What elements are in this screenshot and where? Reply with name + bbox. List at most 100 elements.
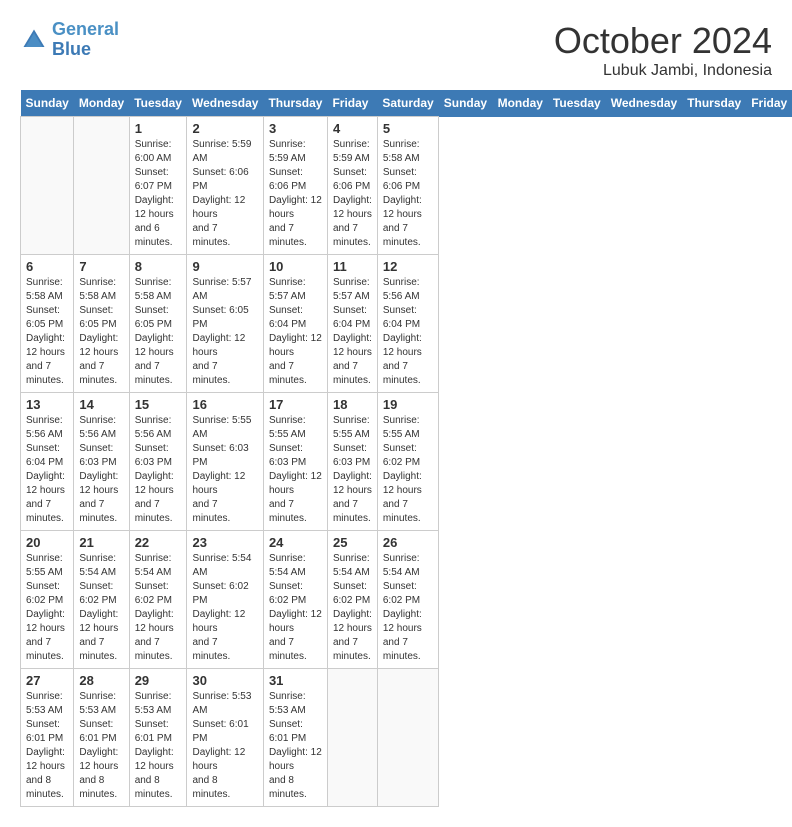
day-info: Sunrise: 5:54 AM Sunset: 6:02 PM Dayligh… bbox=[269, 552, 322, 664]
day-info: Sunrise: 5:58 AM Sunset: 6:05 PM Dayligh… bbox=[79, 276, 123, 388]
day-info: Sunrise: 5:59 AM Sunset: 6:06 PM Dayligh… bbox=[269, 138, 322, 250]
day-info: Sunrise: 5:54 AM Sunset: 6:02 PM Dayligh… bbox=[383, 552, 433, 664]
calendar-cell: 30Sunrise: 5:53 AM Sunset: 6:01 PM Dayli… bbox=[187, 669, 263, 807]
day-info: Sunrise: 6:00 AM Sunset: 6:07 PM Dayligh… bbox=[135, 138, 182, 250]
calendar-cell: 4 Sunrise: 5:59 AM Sunset: 6:06 PM Daylig… bbox=[327, 117, 377, 255]
day-info: Sunrise: 5:56 AM Sunset: 6:04 PM Dayligh… bbox=[26, 414, 68, 526]
calendar-cell: 13 Sunrise: 5:56 AM Sunset: 6:04 PM Dayli… bbox=[21, 393, 74, 531]
calendar-cell: 29 Sunrise: 5:53 AM Sunset: 6:01 PM Dayli… bbox=[129, 669, 187, 807]
calendar-cell: 11 Sunrise: 5:57 AM Sunset: 6:04 PM Dayli… bbox=[327, 255, 377, 393]
day-number: 20 bbox=[26, 535, 68, 550]
day-info: Sunrise: 5:56 AM Sunset: 6:04 PM Dayligh… bbox=[383, 276, 433, 388]
day-number: 27 bbox=[26, 673, 68, 688]
header-monday: Monday bbox=[493, 90, 548, 117]
calendar-cell: 5Sunrise: 5:58 AM Sunset: 6:06 PM Daylig… bbox=[377, 117, 438, 255]
title-block: October 2024 Lubuk Jambi, Indonesia bbox=[554, 20, 772, 80]
calendar-cell: 25Sunrise: 5:54 AM Sunset: 6:02 PM Dayli… bbox=[327, 531, 377, 669]
day-number: 21 bbox=[79, 535, 123, 550]
calendar-cell: 26 Sunrise: 5:54 AM Sunset: 6:02 PM Dayli… bbox=[377, 531, 438, 669]
calendar-cell: 6Sunrise: 5:58 AM Sunset: 6:05 PM Daylig… bbox=[21, 255, 74, 393]
header-sunday: Sunday bbox=[439, 90, 493, 117]
calendar-week-3: 20 Sunrise: 5:55 AM Sunset: 6:02 PM Dayli… bbox=[21, 531, 792, 669]
day-number: 2 bbox=[192, 121, 257, 136]
day-number: 11 bbox=[333, 259, 372, 274]
header-wednesday: Wednesday bbox=[187, 90, 263, 117]
day-number: 7 bbox=[79, 259, 123, 274]
day-info: Sunrise: 5:53 AM Sunset: 6:01 PM Dayligh… bbox=[79, 690, 123, 802]
calendar-week-0: 1Sunrise: 6:00 AM Sunset: 6:07 PM Daylig… bbox=[21, 117, 792, 255]
day-info: Sunrise: 5:55 AM Sunset: 6:03 PM Dayligh… bbox=[192, 414, 257, 526]
calendar-cell: 22Sunrise: 5:54 AM Sunset: 6:02 PM Dayli… bbox=[129, 531, 187, 669]
day-info: Sunrise: 5:59 AM Sunset: 6:06 PM Dayligh… bbox=[333, 138, 372, 250]
day-number: 10 bbox=[269, 259, 322, 274]
day-number: 31 bbox=[269, 673, 322, 688]
day-info: Sunrise: 5:58 AM Sunset: 6:05 PM Dayligh… bbox=[135, 276, 182, 388]
day-number: 8 bbox=[135, 259, 182, 274]
day-info: Sunrise: 5:59 AM Sunset: 6:06 PM Dayligh… bbox=[192, 138, 257, 250]
day-number: 29 bbox=[135, 673, 182, 688]
day-number: 15 bbox=[135, 397, 182, 412]
calendar-table: SundayMondayTuesdayWednesdayThursdayFrid… bbox=[20, 90, 792, 807]
calendar-cell bbox=[327, 669, 377, 807]
logo-icon bbox=[20, 26, 48, 54]
calendar-cell bbox=[21, 117, 74, 255]
location-subtitle: Lubuk Jambi, Indonesia bbox=[554, 62, 772, 80]
header-thursday: Thursday bbox=[263, 90, 327, 117]
calendar-cell: 12 Sunrise: 5:56 AM Sunset: 6:04 PM Dayli… bbox=[377, 255, 438, 393]
header-tuesday: Tuesday bbox=[548, 90, 606, 117]
day-info: Sunrise: 5:55 AM Sunset: 6:02 PM Dayligh… bbox=[26, 552, 68, 664]
day-number: 26 bbox=[383, 535, 433, 550]
calendar-cell: 20 Sunrise: 5:55 AM Sunset: 6:02 PM Dayli… bbox=[21, 531, 74, 669]
day-number: 3 bbox=[269, 121, 322, 136]
header-friday: Friday bbox=[746, 90, 792, 117]
day-number: 12 bbox=[383, 259, 433, 274]
calendar-cell: 10 Sunrise: 5:57 AM Sunset: 6:04 PM Dayli… bbox=[263, 255, 327, 393]
day-number: 17 bbox=[269, 397, 322, 412]
calendar-week-2: 13 Sunrise: 5:56 AM Sunset: 6:04 PM Dayli… bbox=[21, 393, 792, 531]
day-number: 5 bbox=[383, 121, 433, 136]
day-info: Sunrise: 5:54 AM Sunset: 6:02 PM Dayligh… bbox=[192, 552, 257, 664]
calendar-cell: 18 Sunrise: 5:55 AM Sunset: 6:03 PM Dayli… bbox=[327, 393, 377, 531]
calendar-cell bbox=[74, 117, 129, 255]
header-tuesday: Tuesday bbox=[129, 90, 187, 117]
day-number: 24 bbox=[269, 535, 322, 550]
calendar-cell: 27 Sunrise: 5:53 AM Sunset: 6:01 PM Dayli… bbox=[21, 669, 74, 807]
page-header: General Blue October 2024 Lubuk Jambi, I… bbox=[20, 20, 772, 80]
day-info: Sunrise: 5:55 AM Sunset: 6:03 PM Dayligh… bbox=[269, 414, 322, 526]
day-info: Sunrise: 5:55 AM Sunset: 6:03 PM Dayligh… bbox=[333, 414, 372, 526]
day-number: 4 bbox=[333, 121, 372, 136]
day-number: 9 bbox=[192, 259, 257, 274]
header-wednesday: Wednesday bbox=[606, 90, 682, 117]
calendar-cell: 9 Sunrise: 5:57 AM Sunset: 6:05 PM Daylig… bbox=[187, 255, 263, 393]
calendar-cell: 8 Sunrise: 5:58 AM Sunset: 6:05 PM Daylig… bbox=[129, 255, 187, 393]
calendar-cell: 2 Sunrise: 5:59 AM Sunset: 6:06 PM Daylig… bbox=[187, 117, 263, 255]
calendar-cell: 3 Sunrise: 5:59 AM Sunset: 6:06 PM Daylig… bbox=[263, 117, 327, 255]
day-number: 6 bbox=[26, 259, 68, 274]
calendar-cell: 7 Sunrise: 5:58 AM Sunset: 6:05 PM Daylig… bbox=[74, 255, 129, 393]
calendar-cell: 31Sunrise: 5:53 AM Sunset: 6:01 PM Dayli… bbox=[263, 669, 327, 807]
day-info: Sunrise: 5:56 AM Sunset: 6:03 PM Dayligh… bbox=[79, 414, 123, 526]
day-info: Sunrise: 5:57 AM Sunset: 6:04 PM Dayligh… bbox=[333, 276, 372, 388]
day-info: Sunrise: 5:57 AM Sunset: 6:05 PM Dayligh… bbox=[192, 276, 257, 388]
calendar-cell: 16 Sunrise: 5:55 AM Sunset: 6:03 PM Dayli… bbox=[187, 393, 263, 531]
header-sunday: Sunday bbox=[21, 90, 74, 117]
day-number: 13 bbox=[26, 397, 68, 412]
day-number: 25 bbox=[333, 535, 372, 550]
day-number: 16 bbox=[192, 397, 257, 412]
calendar-cell: 14Sunrise: 5:56 AM Sunset: 6:03 PM Dayli… bbox=[74, 393, 129, 531]
calendar-cell: 21Sunrise: 5:54 AM Sunset: 6:02 PM Dayli… bbox=[74, 531, 129, 669]
day-info: Sunrise: 5:53 AM Sunset: 6:01 PM Dayligh… bbox=[192, 690, 257, 802]
day-number: 18 bbox=[333, 397, 372, 412]
calendar-cell: 15Sunrise: 5:56 AM Sunset: 6:03 PM Dayli… bbox=[129, 393, 187, 531]
header-thursday: Thursday bbox=[682, 90, 746, 117]
month-title: October 2024 bbox=[554, 20, 772, 62]
day-info: Sunrise: 5:53 AM Sunset: 6:01 PM Dayligh… bbox=[135, 690, 182, 802]
day-info: Sunrise: 5:57 AM Sunset: 6:04 PM Dayligh… bbox=[269, 276, 322, 388]
calendar-cell: 24 Sunrise: 5:54 AM Sunset: 6:02 PM Dayli… bbox=[263, 531, 327, 669]
calendar-header-row: SundayMondayTuesdayWednesdayThursdayFrid… bbox=[21, 90, 792, 117]
header-monday: Monday bbox=[74, 90, 129, 117]
logo: General Blue bbox=[20, 20, 119, 60]
day-info: Sunrise: 5:54 AM Sunset: 6:02 PM Dayligh… bbox=[135, 552, 182, 664]
day-info: Sunrise: 5:53 AM Sunset: 6:01 PM Dayligh… bbox=[26, 690, 68, 802]
calendar-cell: 28Sunrise: 5:53 AM Sunset: 6:01 PM Dayli… bbox=[74, 669, 129, 807]
